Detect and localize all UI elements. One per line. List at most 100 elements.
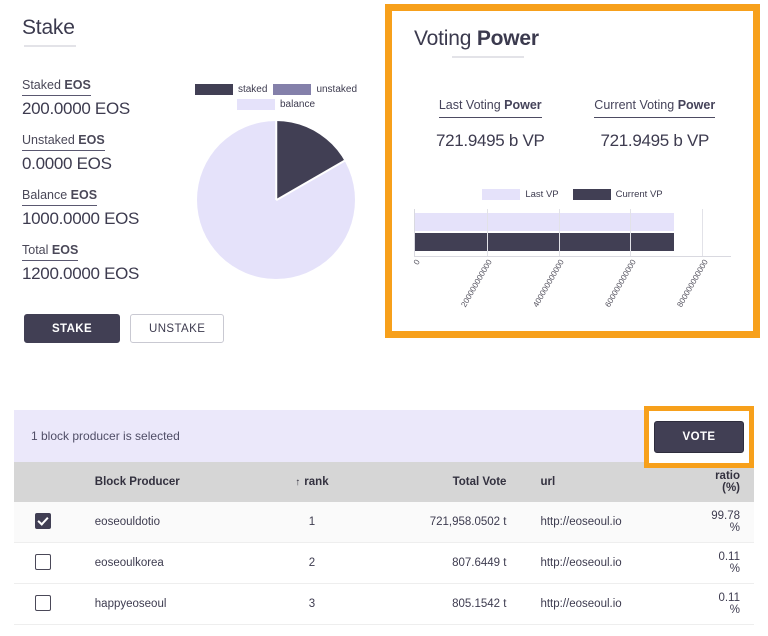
bar-last-vp [415, 213, 675, 231]
gridline [558, 209, 560, 256]
header-select-all[interactable] [14, 462, 73, 502]
stat-balance-label-bold: EOS [70, 188, 98, 202]
last-voting-power-label: Last Voting Power [438, 98, 542, 118]
voting-power-title-underline [452, 56, 524, 58]
legend-swatch-current-vp-icon [572, 189, 611, 200]
stat-unstaked-label: Unstaked EOS [22, 133, 105, 151]
checkbox-unchecked-icon[interactable] [35, 594, 52, 611]
selection-summary-bar: 1 block producer is selected VOTE [14, 406, 754, 468]
pie-legend-item-balance: balance [236, 97, 316, 112]
table-head: Block Producer ↑ rank Total Vote url rati… [14, 462, 754, 502]
stake-button[interactable]: STAKE [24, 314, 120, 343]
top-area: Stake Staked EOS 200.0000 EOS Unstaked E… [0, 0, 768, 368]
stat-balance-label-light: Balance [22, 188, 71, 202]
header-total-vote[interactable]: Total Vote [368, 462, 515, 502]
table-header-row: Block Producer ↑ rank Total Vote url rati… [14, 462, 754, 502]
cell-ratio: 0.11 % [703, 583, 754, 625]
table-row[interactable]: eoseouldotio 1 721,958.0502 t http://eoseou… [14, 502, 754, 543]
stat-balance-value: 1000.0000 EOS [22, 209, 140, 228]
x-axis-tick-label: 0 [411, 258, 422, 267]
voting-power-panel: Voting Power Last Voting Power 721.9495 … [385, 4, 760, 338]
cell-ratio: 99.78 % [703, 502, 754, 543]
last-voting-power-column: Last Voting Power 721.9495 b VP [408, 96, 573, 151]
pie-graphic [197, 121, 355, 279]
legend-swatch-staked-icon [194, 84, 233, 95]
current-voting-power-label: Current Voting Power [594, 98, 716, 118]
voting-power-panel-inner: Voting Power Last Voting Power 721.9495 … [392, 11, 753, 331]
legend-label-staked: staked [237, 84, 268, 95]
current-voting-power-value: 721.9495 b VP [600, 131, 710, 150]
table-body: eoseouldotio 1 721,958.0502 t http://eoseou… [14, 502, 754, 625]
cell-url: http://eoseoul.io [514, 542, 704, 584]
stat-total-value: 1200.0000 EOS [22, 264, 140, 283]
vp-title-light: Voting [414, 27, 477, 50]
last-vp-label-light: Last Voting [438, 98, 505, 112]
stat-balance-label: Balance EOS [22, 188, 98, 206]
stat-balance: Balance EOS 1000.0000 EOS [22, 186, 192, 229]
vote-button-highlight: VOTE [644, 406, 754, 468]
legend-swatch-last-vp-icon [482, 189, 521, 200]
stat-total: Total EOS 1200.0000 EOS [22, 241, 192, 284]
cell-total-vote: 807.6449 t [368, 542, 515, 584]
header-block-producer[interactable]: Block Producer [72, 462, 256, 502]
sort-ascending-icon: ↑ [295, 477, 301, 488]
current-voting-power-column: Current Voting Power 721.9495 b VP [573, 96, 738, 151]
row-checkbox-cell[interactable] [14, 542, 73, 584]
stat-staked-label: Staked EOS [22, 78, 91, 96]
cell-total-vote: 805.1542 t [368, 583, 515, 625]
x-axis-tick-label: 800000000000 [675, 258, 710, 309]
table-row[interactable]: eoseoulkorea 2 807.6449 t http://eoseoul.io… [14, 542, 754, 584]
legend-label-unstaked: unstaked [316, 84, 358, 95]
block-producer-section: 1 block producer is selected VOTE Block … [14, 406, 754, 625]
unstake-button[interactable]: UNSTAKE [130, 314, 225, 343]
vote-button[interactable]: VOTE [654, 421, 744, 453]
voting-power-bar-chart: Last VP Current VP 0 200000000000 40000000… [392, 189, 753, 317]
pie-legend-item-staked: staked [194, 82, 268, 97]
gridline [486, 209, 488, 256]
vp-chart-legend: Last VP Current VP [392, 189, 753, 200]
pie-legend: staked unstaked balance [186, 82, 366, 112]
cell-total-vote: 721,958.0502 t [368, 502, 515, 543]
row-checkbox-cell[interactable] [14, 583, 73, 625]
last-vp-label-bold: Power [504, 98, 542, 112]
stake-stats-list: Staked EOS 200.0000 EOS Unstaked EOS 0.0… [22, 76, 192, 296]
legend-label-last-vp: Last VP [525, 189, 559, 200]
stat-staked: Staked EOS 200.0000 EOS [22, 76, 192, 119]
stake-panel-title: Stake [0, 0, 380, 40]
table-row[interactable]: happyeoseoul 3 805.1542 t http://eoseoul.io… [14, 583, 754, 625]
stat-unstaked-label-light: Unstaked [22, 133, 79, 147]
voting-power-columns: Last Voting Power 721.9495 b VP Current … [392, 96, 753, 151]
legend-label-balance: balance [279, 99, 316, 110]
legend-swatch-unstaked-icon [273, 84, 312, 95]
header-url[interactable]: url [514, 462, 704, 502]
current-vp-label-light: Current Voting [594, 98, 678, 112]
checkbox-unchecked-icon[interactable] [35, 553, 52, 570]
cell-block-producer: eoseoulkorea [72, 542, 256, 584]
header-rank-label: rank [304, 476, 329, 488]
row-checkbox-cell[interactable] [14, 502, 73, 543]
header-ratio[interactable]: ratio (%) [703, 462, 754, 502]
cell-rank: 2 [255, 542, 369, 584]
legend-label-current-vp: Current VP [615, 189, 663, 200]
x-axis-tick-label: 200000000000 [459, 258, 494, 309]
pie-legend-row-1: staked unstaked [186, 82, 366, 97]
cell-block-producer: happyeoseoul [72, 583, 256, 625]
stat-staked-label-light: Staked [22, 78, 65, 92]
vp-legend-item-current: Current VP [572, 189, 663, 200]
header-rank[interactable]: ↑ rank [255, 462, 369, 502]
stake-title-text: Stake [22, 16, 75, 39]
vp-x-axis-ticks: 0 200000000000 400000000000 600000000000 800… [411, 257, 731, 317]
vp-plot-area [414, 209, 731, 257]
vp-title-bold: Power [476, 27, 539, 50]
x-axis-tick-label: 400000000000 [531, 258, 566, 309]
voting-power-title: Voting Power [392, 11, 753, 51]
stat-total-label-light: Total [22, 243, 52, 257]
stake-pie-chart: staked unstaked balance [186, 82, 366, 279]
stat-unstaked: Unstaked EOS 0.0000 EOS [22, 131, 192, 174]
stake-panel: Stake Staked EOS 200.0000 EOS Unstaked E… [0, 0, 380, 360]
checkbox-checked-icon[interactable] [35, 512, 52, 529]
current-vp-label-bold: Power [677, 98, 716, 112]
gridline [630, 209, 632, 256]
cell-url: http://eoseoul.io [514, 502, 704, 543]
stat-total-label: Total EOS [22, 243, 79, 261]
